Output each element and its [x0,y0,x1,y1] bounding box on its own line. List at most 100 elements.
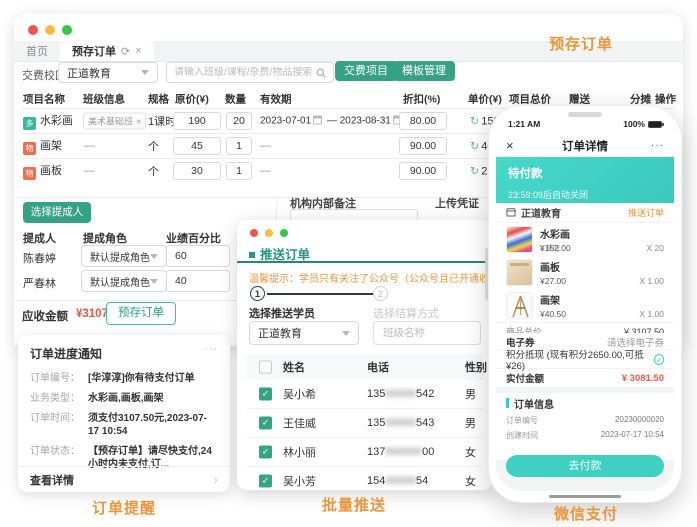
col-action: 操作 [655,92,676,107]
pay-countdown: 23:59:09后自动关闭 [508,188,662,201]
template-manage-button[interactable]: 模板管理 [393,61,455,81]
student-phone: 13700000000 [367,446,434,458]
home-indicator[interactable] [549,495,621,498]
phone-speaker [568,112,602,117]
order-info-card: 订单信息 订单编号 20230000020 创建时间 2023-07-17 10… [496,393,674,460]
goods-type-badge: 物 [23,167,36,180]
price-input[interactable]: 45 [173,137,221,155]
item-name: 画架 [40,140,62,152]
student-row[interactable]: ✓ 王佳威 13500000543 男 [247,409,483,438]
pay-status: 待付款 [508,165,662,181]
tab-presave-order[interactable]: 预存订单 ⟳ × [60,41,154,61]
checkbox-checked-icon[interactable]: ✓ [259,417,272,430]
col-unit: 单价(¥) [468,92,502,107]
item-price: ¥152.00 [540,243,571,253]
order-items-card: 正道教育 推送订单 水彩画 1课时 ¥152.00 X 20 画板 ¥27.00 [496,203,674,340]
warm-tip-text: 温馨提示：学员只有关注了公众号（公众号且已开通收银 [249,270,489,285]
points-row[interactable]: 积分抵现 (现有积分2650.00,可抵¥26) ✓ [496,351,674,369]
class-empty: — [84,165,95,177]
campus-select[interactable]: 正道教育 [58,62,158,83]
maximize-window-icon[interactable] [280,229,288,237]
discount-input[interactable]: 90.00 [399,137,447,155]
tab-home[interactable]: 首页 [14,41,60,61]
item-qty: X 1.00 [639,309,664,319]
student-row[interactable]: ✓ 吴小芳 1540000054 女 [247,467,483,496]
watercolor-thumbnail [506,226,533,253]
search-input[interactable] [174,67,316,78]
valid-range[interactable]: 2023-07-01 — 2023-08-31 [260,116,404,127]
select-commission-person-button[interactable]: 选择提成人 [23,202,91,223]
commission-role-header: 提成角色 [83,230,127,246]
commission-role-select[interactable]: 默认提成角色 [81,270,167,292]
push-order-modal: 推送订单 温馨提示：学员只有关注了公众号（公众号且已开通收银 1 2 选择推送学… [237,220,493,490]
close-tab-icon[interactable]: × [135,45,141,57]
col-discount: 折扣(%) [403,92,440,107]
commission-percent-input[interactable]: 60 [166,245,230,267]
annotation-wechat-pay: 微信支付 [554,503,618,524]
student-name: 林小丽 [283,444,316,460]
recalc-icon[interactable]: ↻ [470,141,479,153]
refresh-tab-icon[interactable]: ⟳ [121,45,130,58]
maximize-window-icon[interactable] [62,25,72,35]
checkbox-checked-icon[interactable]: ✓ [259,446,272,459]
more-options-icon[interactable]: ··· [204,343,218,355]
item-qty: X 1.00 [639,276,664,286]
presave-order-button[interactable]: 预存订单 [106,302,176,325]
close-window-icon[interactable] [250,229,258,237]
class-name-box[interactable] [373,321,481,345]
col-student-name: 姓名 [283,359,305,375]
col-valid: 有效期 [260,92,292,107]
qty-input[interactable]: 1 [226,162,252,180]
view-details-link[interactable]: 查看详情 › [18,466,230,492]
qty-input[interactable]: 20 [226,112,252,130]
notice-title: 订单进度通知 [30,345,218,362]
phone-navbar: × 订单详情 ··· [496,135,674,157]
student-row[interactable]: ✓ 吴小希 13500000542 男 [247,380,483,409]
discount-input[interactable]: 80.00 [399,112,447,130]
remove-tag-icon[interactable]: × [136,117,141,127]
page-title: 订单详情 [496,138,674,154]
title-square-icon [249,252,255,258]
order-info-row: 创建时间 2023-07-17 10:54 [496,428,674,443]
search-box[interactable] [166,62,334,83]
price-input[interactable]: 190 [173,112,221,130]
col-spec: 规格 [148,92,169,107]
step-connector-line [267,293,373,295]
valid-empty: — [260,165,271,177]
checkbox-checked-icon[interactable]: ✓ [259,388,272,401]
minimize-window-icon[interactable] [45,25,55,35]
recalc-icon[interactable]: ↻ [470,166,479,178]
qty-input[interactable]: 1 [226,137,252,155]
battery-percent: 100% [623,119,645,129]
create-time-label: 创建时间 [506,430,538,441]
order-progress-notice-card: 订单进度通知 ··· 订单编号：[华淳淳]你有待支付订单 业务类型：水彩画,画板… [18,335,230,492]
class-name-input[interactable] [383,327,471,339]
close-window-icon[interactable] [28,25,38,35]
upload-voucher-label[interactable]: 上传凭证 [435,195,479,211]
checkbox-checked-icon[interactable]: ✓ [259,475,272,488]
price-input[interactable]: 30 [173,162,221,180]
go-pay-button[interactable]: 去付款 [506,455,664,477]
status-time: 1:21 AM [508,119,540,129]
item-qty: X 20 [647,243,665,253]
push-order-link[interactable]: 推送订单 [628,206,664,219]
check-circle-icon[interactable]: ✓ [654,354,664,365]
discount-input[interactable]: 90.00 [399,162,447,180]
commission-role-select[interactable]: 默认提成角色 [81,245,167,267]
col-price: 原价(¥) [175,92,209,107]
student-row[interactable]: ✓ 林小丽 13700000000 女 [247,438,483,467]
select-all-checkbox[interactable] [259,361,272,374]
item-price: ¥27.00 [540,276,566,286]
recalc-icon[interactable]: ↻ [470,116,479,128]
annotation-presave-order: 预存订单 [549,33,613,54]
student-name: 吴小希 [283,386,316,402]
item-name: 水彩画 [540,226,664,241]
more-options-icon[interactable]: ··· [651,140,664,151]
receivable-amount-label: 应收金额 [22,308,68,324]
merchant-row: 正道教育 推送订单 [496,203,674,223]
modal-campus-select[interactable]: 正道教育 [249,321,359,345]
class-tag[interactable]: 美术基础班× [83,113,146,130]
minimize-window-icon[interactable] [265,229,273,237]
fee-items-button[interactable]: 交费项目 [335,61,397,81]
commission-percent-input[interactable]: 40 [166,270,230,292]
